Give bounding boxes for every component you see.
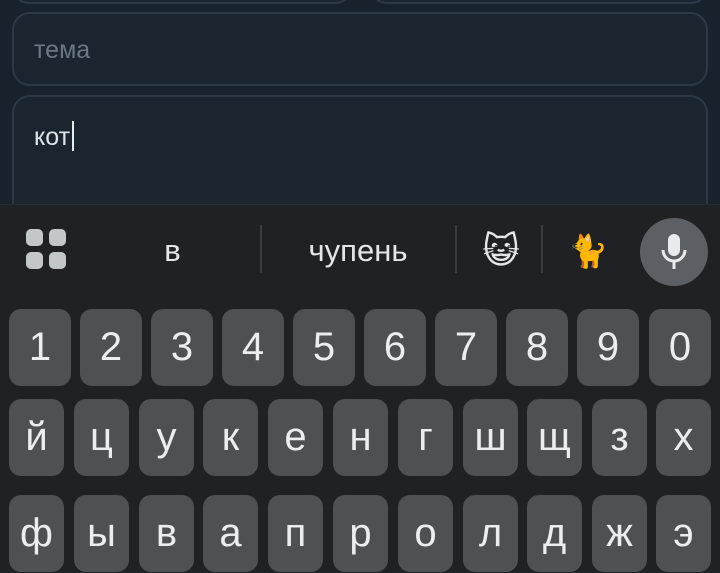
number-key-5[interactable]: 6 — [364, 309, 426, 386]
letter-key-row2-1[interactable]: ы — [74, 495, 129, 572]
compose-screen: тема кот — [0, 0, 720, 235]
suggestion-divider — [455, 225, 457, 273]
subject-placeholder: тема — [34, 36, 91, 64]
letter-key-row2-3[interactable]: а — [203, 495, 258, 572]
letter-key-row2-10[interactable]: э — [656, 495, 711, 572]
subject-input[interactable]: тема — [12, 12, 708, 86]
letter-key-row1-4[interactable]: е — [268, 399, 323, 476]
letter-key-row1-0[interactable]: й — [9, 399, 64, 476]
letter-key-row2-5[interactable]: р — [333, 495, 388, 572]
letter-key-row2-7[interactable]: л — [463, 495, 518, 572]
number-key-4[interactable]: 5 — [293, 309, 355, 386]
letter-key-row2-2[interactable]: в — [139, 495, 194, 572]
emoji-suggestion-cat-face[interactable]: 😺 — [468, 231, 534, 271]
suggestion-divider — [260, 225, 262, 273]
letter-key-row2-4[interactable]: п — [268, 495, 323, 572]
voice-input-button[interactable] — [640, 218, 708, 286]
number-key-8[interactable]: 9 — [577, 309, 639, 386]
message-body-text: кот — [34, 121, 75, 152]
letter-key-row1-6[interactable]: г — [398, 399, 453, 476]
suggestion-1[interactable]: в — [110, 231, 235, 271]
letter-key-row1-3[interactable]: к — [203, 399, 258, 476]
letter-key-row2-0[interactable]: ф — [9, 495, 64, 572]
number-row: 1234567890 — [0, 309, 720, 387]
microphone-icon — [661, 234, 687, 269]
apps-grid-icon[interactable] — [26, 229, 66, 269]
letter-key-row1-8[interactable]: щ — [527, 399, 582, 476]
number-key-0[interactable]: 1 — [9, 309, 71, 386]
emoji-suggestion-cat[interactable]: 🐈 — [552, 231, 624, 271]
number-key-3[interactable]: 4 — [222, 309, 284, 386]
letter-key-row1-5[interactable]: н — [333, 399, 388, 476]
letter-key-row2-6[interactable]: о — [398, 495, 453, 572]
letter-key-row1-2[interactable]: у — [139, 399, 194, 476]
previous-field-right[interactable] — [370, 0, 708, 4]
number-key-7[interactable]: 8 — [506, 309, 568, 386]
letter-row-2: фывапролджэ — [0, 495, 720, 573]
keyboard-suggestion-bar: в чупень 😺 🐈 — [0, 205, 720, 293]
letter-row-1: йцукенгшщзх — [0, 399, 720, 477]
letter-key-row1-10[interactable]: х — [656, 399, 711, 476]
previous-field-left[interactable] — [12, 0, 352, 4]
letter-key-row1-7[interactable]: ш — [463, 399, 518, 476]
number-key-1[interactable]: 2 — [80, 309, 142, 386]
letter-key-row2-8[interactable]: д — [527, 495, 582, 572]
letter-key-row1-1[interactable]: ц — [74, 399, 129, 476]
on-screen-keyboard: в чупень 😺 🐈 1234567890 йцукенгшщзх фыва… — [0, 204, 720, 572]
number-key-6[interactable]: 7 — [435, 309, 497, 386]
letter-key-row1-9[interactable]: з — [592, 399, 647, 476]
number-key-9[interactable]: 0 — [649, 309, 711, 386]
letter-key-row2-9[interactable]: ж — [592, 495, 647, 572]
number-key-2[interactable]: 3 — [151, 309, 213, 386]
suggestion-2[interactable]: чупень — [268, 231, 448, 271]
suggestion-divider — [541, 225, 543, 273]
text-cursor — [72, 121, 75, 151]
